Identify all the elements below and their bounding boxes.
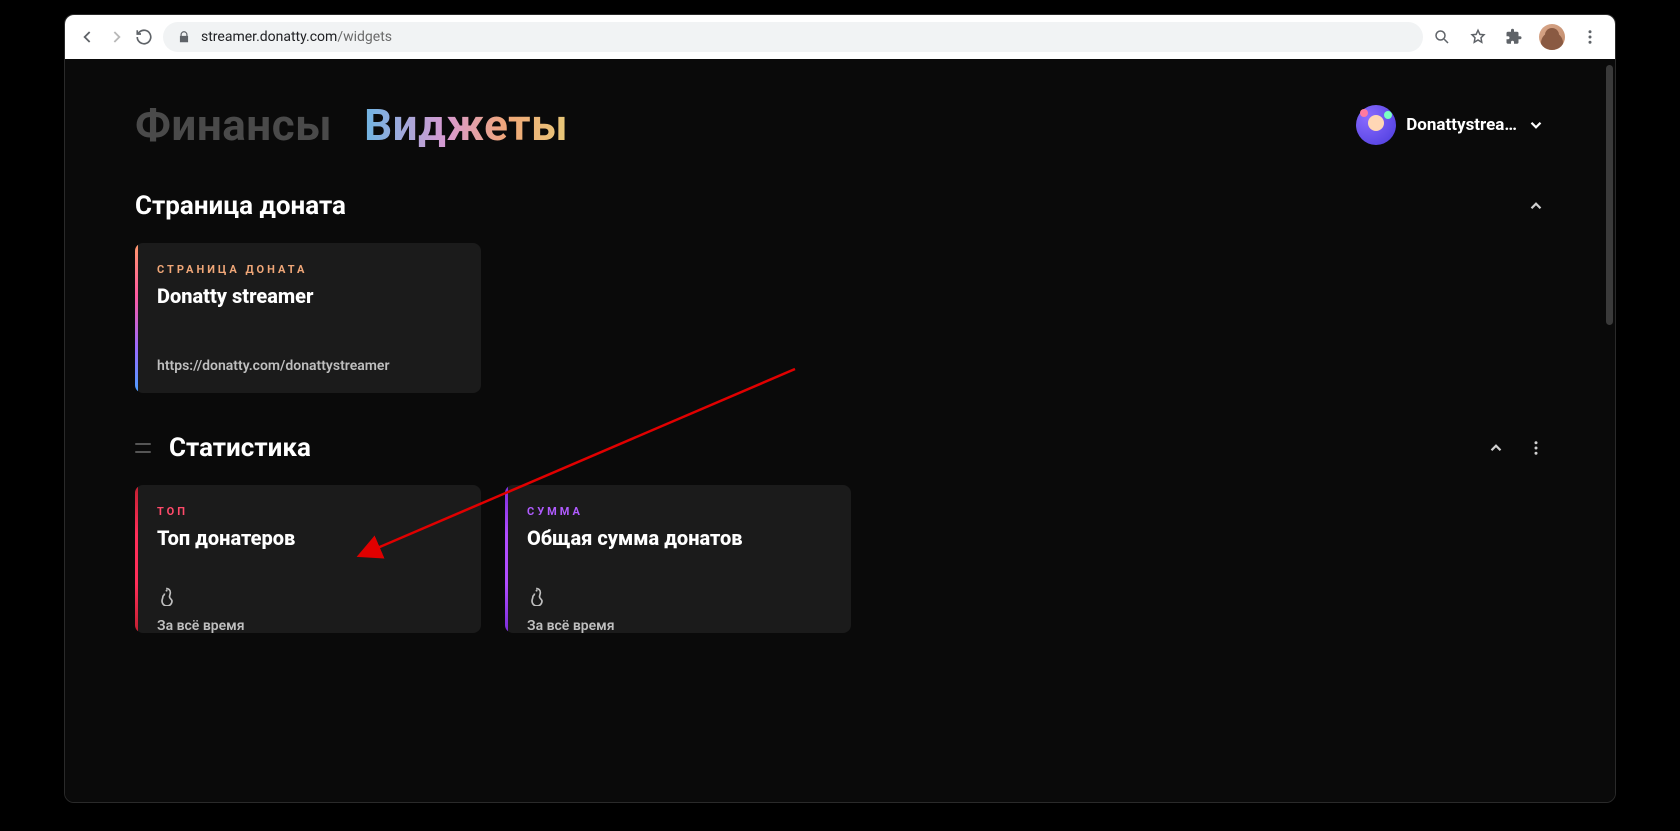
tab-widgets[interactable]: Виджеты [364, 99, 568, 151]
card-tag: СУММА [527, 505, 829, 518]
browser-nav [73, 26, 155, 48]
browser-right-icons [1431, 24, 1607, 50]
card-title: Общая сумма донатов [527, 526, 829, 550]
user-avatar-icon [1356, 105, 1396, 145]
zoom-icon[interactable] [1431, 26, 1453, 48]
section-stats-title-wrap: Статистика [135, 433, 311, 463]
card-tag: СТРАНИЦА ДОНАТА [157, 263, 459, 276]
stats-cards: ТОП Топ донатеров За всё время СУММА Общ… [135, 485, 1545, 633]
section-donate-head: Страница доната [135, 191, 1545, 221]
snap-icon [157, 586, 179, 608]
section-stats-title: Статистика [169, 433, 311, 463]
scrollbar[interactable] [1606, 65, 1613, 325]
address-bar[interactable]: streamer.donatty.com/widgets [163, 22, 1423, 52]
app-content: Финансы Виджеты Donattystrea… Страница д… [65, 59, 1615, 802]
donate-page-card[interactable]: СТРАНИЦА ДОНАТА Donatty streamer https:/… [135, 243, 481, 393]
card-title: Топ донатеров [157, 526, 459, 550]
browser-menu-icon[interactable] [1579, 26, 1601, 48]
drag-handle-icon[interactable] [135, 443, 151, 453]
collapse-icon[interactable] [1487, 439, 1505, 457]
card-title: Donatty streamer [157, 284, 459, 308]
main-tabs: Финансы Виджеты [135, 99, 568, 151]
user-name: Donattystrea… [1406, 115, 1517, 135]
card-tag: ТОП [157, 505, 459, 518]
collapse-icon[interactable] [1527, 197, 1545, 215]
donate-cards: СТРАНИЦА ДОНАТА Donatty streamer https:/… [135, 243, 1545, 393]
chevron-down-icon [1527, 116, 1545, 134]
tab-finance[interactable]: Финансы [135, 99, 332, 151]
browser-chrome: streamer.donatty.com/widgets [65, 15, 1615, 59]
lock-icon [177, 30, 191, 44]
section-stats-actions [1487, 439, 1545, 457]
profile-avatar-icon[interactable] [1539, 24, 1565, 50]
bookmark-star-icon[interactable] [1467, 26, 1489, 48]
url-host: streamer.donatty.com [201, 29, 337, 45]
card-meta: За всё время [527, 618, 829, 633]
more-icon[interactable] [1527, 439, 1545, 457]
url-path: /widgets [337, 29, 392, 45]
total-sum-card[interactable]: СУММА Общая сумма донатов За всё время [505, 485, 851, 633]
card-stripe [135, 485, 138, 633]
reload-button[interactable] [133, 26, 155, 48]
window-frame: streamer.donatty.com/widgets Финансы [64, 14, 1616, 803]
url-text: streamer.donatty.com/widgets [201, 29, 392, 45]
extensions-icon[interactable] [1503, 26, 1525, 48]
user-menu[interactable]: Donattystrea… [1356, 105, 1545, 145]
back-button[interactable] [77, 26, 99, 48]
snap-icon [527, 586, 549, 608]
top-donors-card[interactable]: ТОП Топ донатеров За всё время [135, 485, 481, 633]
app-header: Финансы Виджеты Donattystrea… [135, 99, 1545, 151]
card-link: https://donatty.com/donattystreamer [157, 358, 459, 374]
card-stripe [135, 243, 138, 393]
section-donate-title: Страница доната [135, 191, 346, 221]
section-stats-head: Статистика [135, 433, 1545, 463]
section-donate-actions [1527, 197, 1545, 215]
card-meta: За всё время [157, 618, 459, 633]
forward-button[interactable] [105, 26, 127, 48]
card-stripe [505, 485, 508, 633]
